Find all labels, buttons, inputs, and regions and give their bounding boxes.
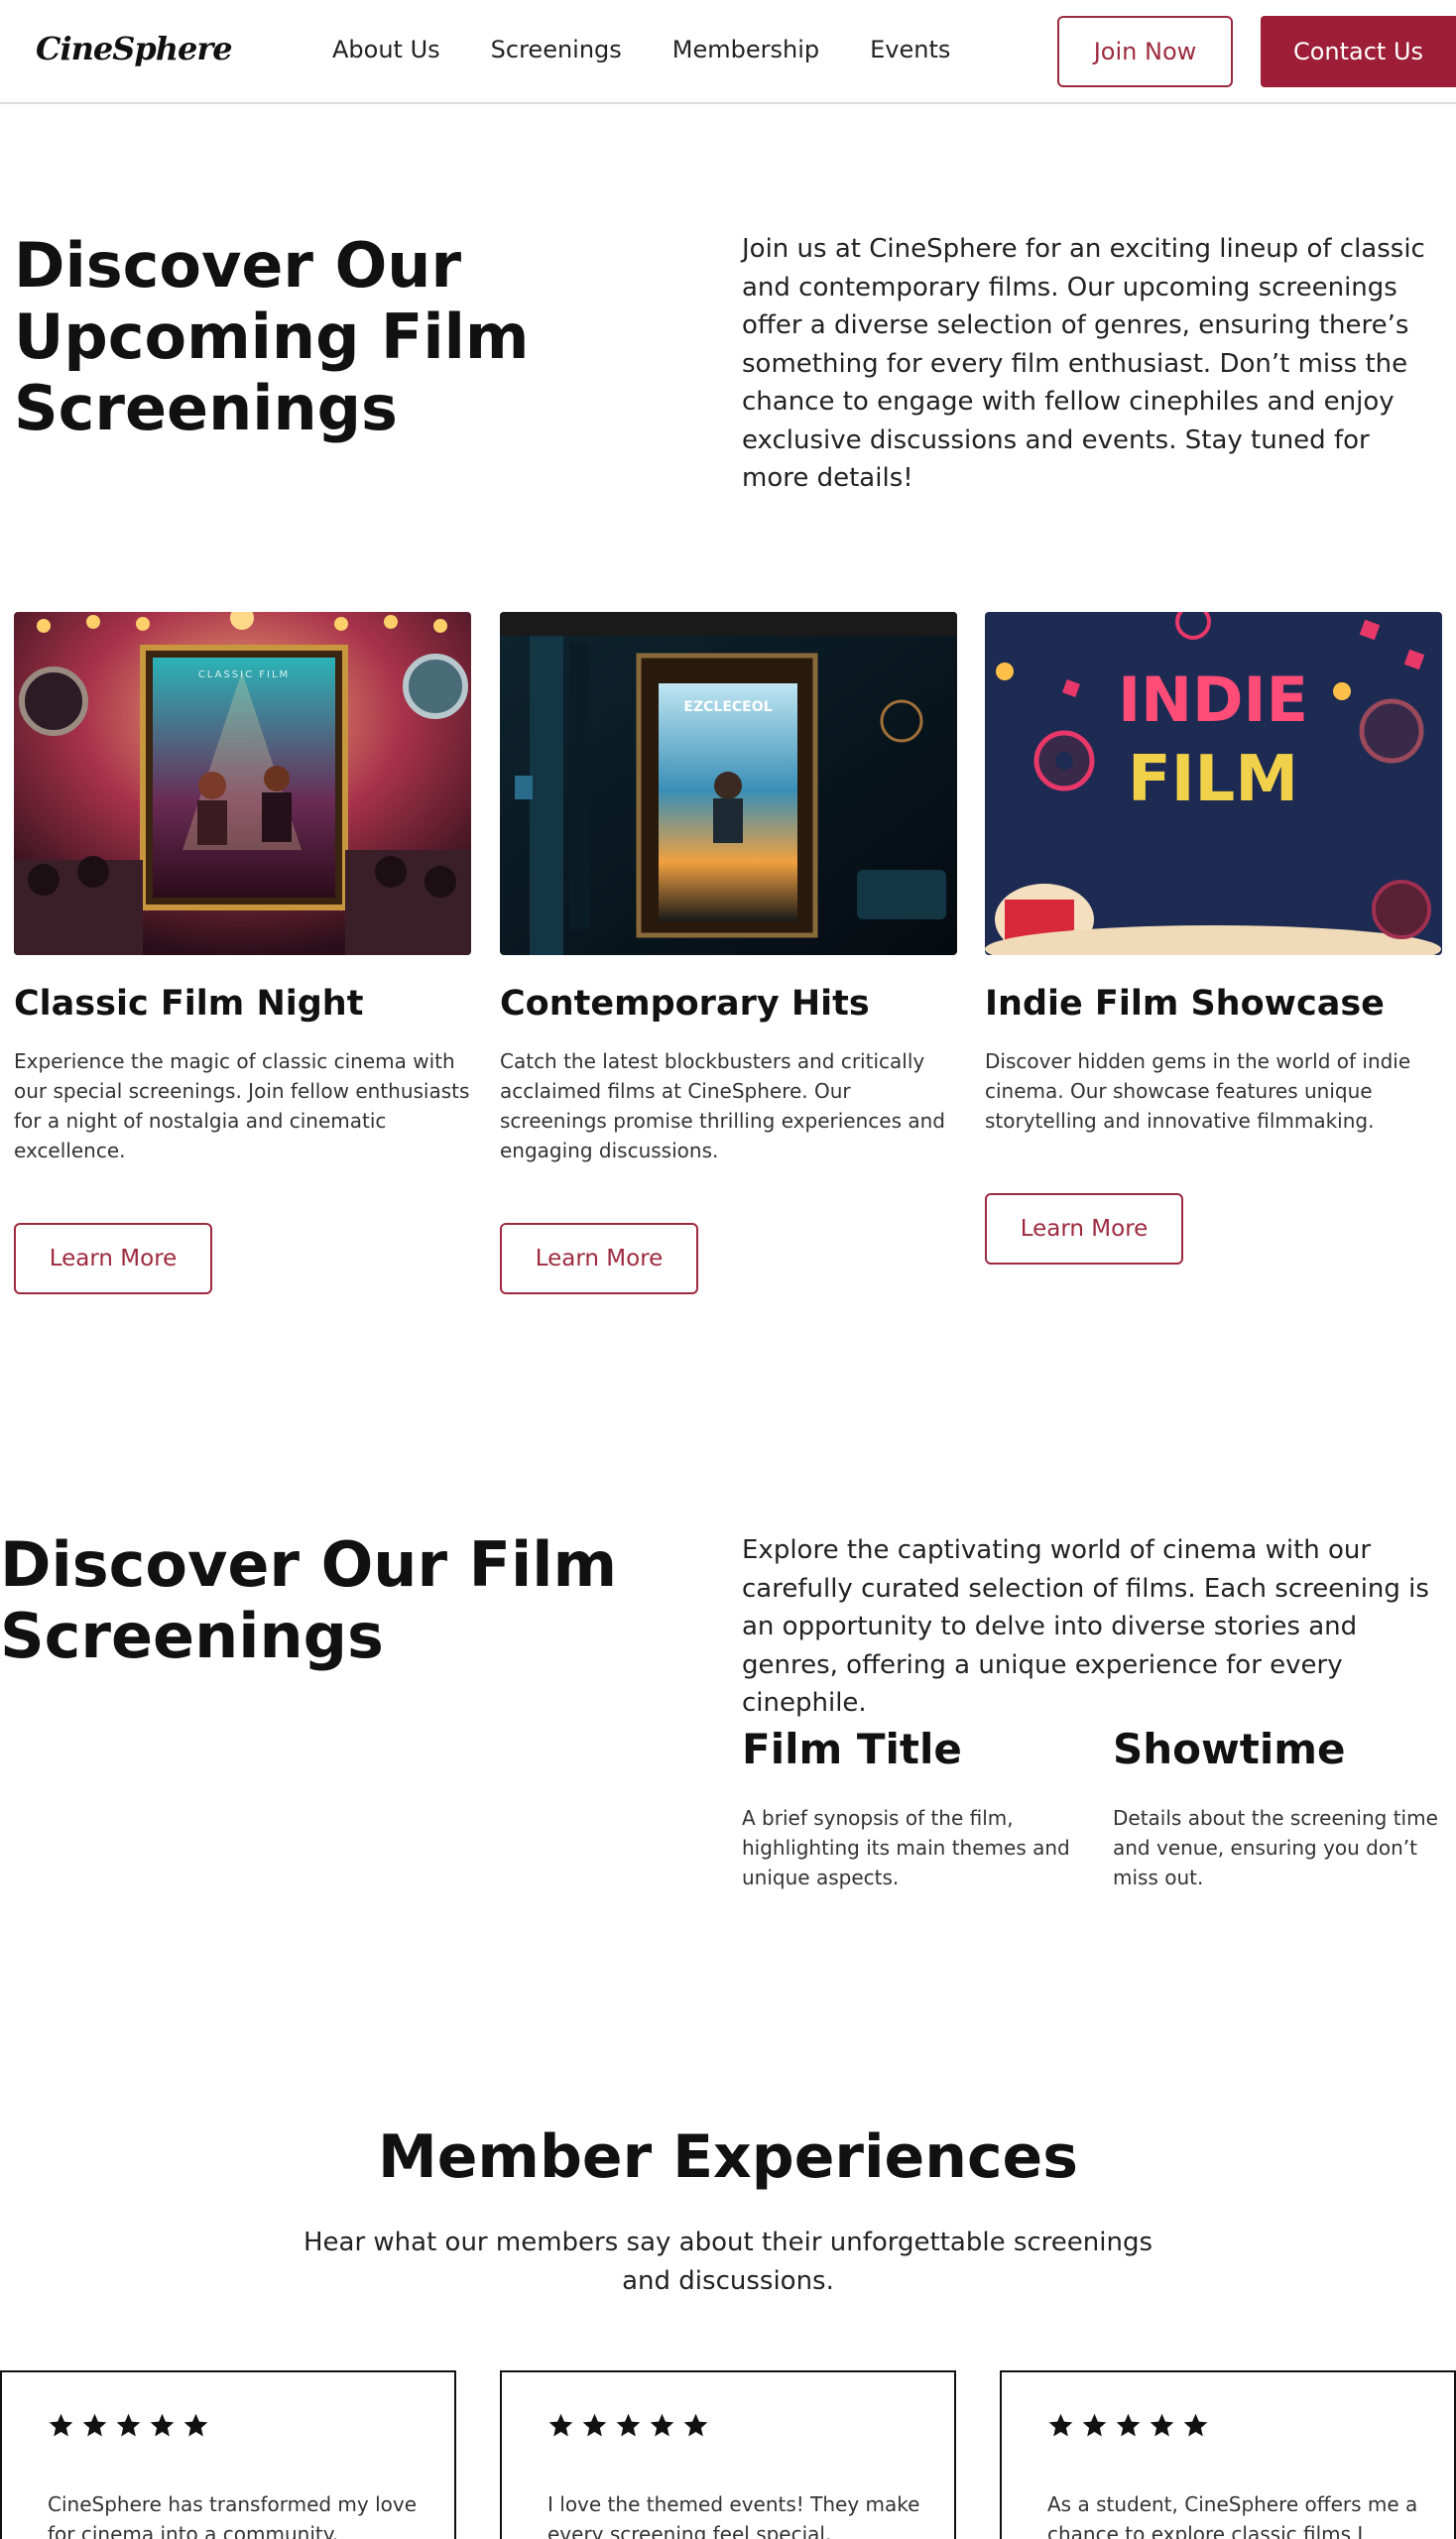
classic-film-poster-image: CLASSIC FILM — [14, 612, 471, 955]
card-description: Experience the magic of classic cinema w… — [14, 1049, 470, 1162]
feature-title: Film Title — [742, 1725, 962, 1773]
top-navigation: CineSphere About Us Screenings Membershi… — [0, 0, 1456, 104]
star-icon — [548, 2413, 573, 2437]
testimonial-quote: I love the themed events! They make ever… — [547, 2492, 920, 2539]
feature-description: A brief synopsis of the film, highlighti… — [742, 1806, 1070, 1889]
nav-links: About Us Screenings Membership Events — [332, 36, 950, 63]
star-icon — [1048, 2413, 1073, 2437]
star-rating — [1047, 2412, 1209, 2439]
hero-description: Join us at CineSphere for an exciting li… — [742, 234, 1425, 493]
star-icon — [183, 2413, 208, 2437]
feature-description: Details about the screening time and ven… — [1113, 1806, 1438, 1889]
section-description: Explore the captivating world of cinema … — [742, 1535, 1429, 1718]
card-title: Classic Film Night — [14, 984, 364, 1024]
contact-us-button[interactable]: Contact Us — [1261, 16, 1456, 87]
star-rating — [48, 2412, 209, 2439]
svg-text:INDIE: INDIE — [1118, 664, 1308, 736]
testimonial-card: CineSphere has transformed my love for c… — [0, 2370, 456, 2539]
star-icon — [683, 2413, 708, 2437]
learn-more-button[interactable]: Learn More — [14, 1223, 212, 1294]
nav-link-membership[interactable]: Membership — [672, 36, 819, 63]
star-icon — [116, 2413, 141, 2437]
testimonial-card: I love the themed events! They make ever… — [500, 2370, 956, 2539]
nav-link-events[interactable]: Events — [870, 36, 950, 63]
star-icon — [1082, 2413, 1107, 2437]
testimonials-subtitle: Hear what our members say about their un… — [303, 2228, 1153, 2296]
learn-more-button[interactable]: Learn More — [985, 1193, 1183, 1265]
learn-more-button[interactable]: Learn More — [500, 1223, 698, 1294]
feature-film-title: Film Title A brief synopsis of the film,… — [742, 1724, 1079, 1892]
star-icon — [1150, 2413, 1174, 2437]
screening-card-indie: INDIE FILM Indie Film Showcase Discover … — [985, 612, 1442, 1265]
feature-showtime: Showtime Details about the screening tim… — [1113, 1724, 1450, 1892]
card-title: Indie Film Showcase — [985, 984, 1385, 1024]
star-icon — [1183, 2413, 1208, 2437]
poster-title-text: CLASSIC FILM — [198, 669, 290, 680]
star-rating — [547, 2412, 709, 2439]
hero-title: Discover Our Upcoming Film Screenings — [14, 229, 530, 444]
indie-film-poster-image: INDIE FILM — [985, 612, 1442, 955]
feature-title: Showtime — [1113, 1725, 1346, 1773]
star-icon — [82, 2413, 107, 2437]
section-title: Discover Our Film Screenings — [0, 1528, 618, 1672]
contemporary-hits-poster-image: EZCLECEOL — [500, 612, 957, 955]
join-now-button[interactable]: Join Now — [1057, 16, 1233, 87]
card-description: Discover hidden gems in the world of ind… — [985, 1049, 1411, 1133]
star-icon — [616, 2413, 641, 2437]
svg-text:FILM: FILM — [1128, 743, 1298, 816]
brand-logo[interactable]: CineSphere — [36, 30, 233, 67]
testimonial-card: As a student, CineSphere offers me a cha… — [1000, 2370, 1456, 2539]
screening-card-classic: CLASSIC FILM Classic Film Night Experien… — [14, 612, 471, 1294]
testimonial-quote: CineSphere has transformed my love for c… — [48, 2492, 418, 2539]
poster-title-text: EZCLECEOL — [683, 699, 772, 715]
testimonial-quote: As a student, CineSphere offers me a cha… — [1047, 2492, 1418, 2539]
testimonials-title: Member Experiences — [378, 2122, 1078, 2192]
card-description: Catch the latest blockbusters and critic… — [500, 1049, 945, 1162]
star-icon — [49, 2413, 73, 2437]
card-title: Contemporary Hits — [500, 984, 870, 1024]
star-icon — [582, 2413, 607, 2437]
star-icon — [650, 2413, 674, 2437]
nav-link-screenings[interactable]: Screenings — [491, 36, 622, 63]
screening-card-contemporary: EZCLECEOL Contemporary Hits Catch the la… — [500, 612, 957, 1294]
nav-link-about-us[interactable]: About Us — [332, 36, 440, 63]
star-icon — [1116, 2413, 1141, 2437]
star-icon — [150, 2413, 175, 2437]
